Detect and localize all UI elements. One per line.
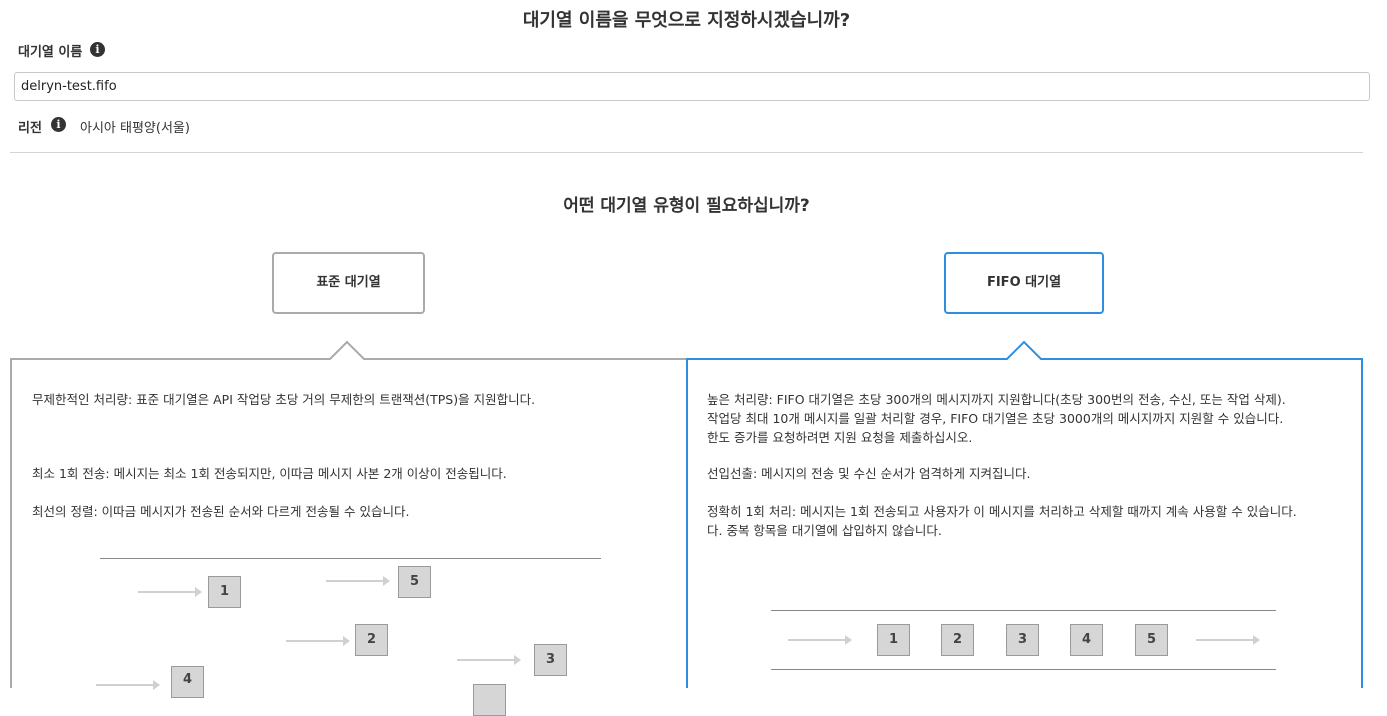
message-box: 1 [208, 576, 241, 608]
standard-description: 최소 1회 전송: 메시지는 최소 1회 전송되지만, 이따금 메시지 사본 2… [32, 464, 672, 483]
message-box: 2 [355, 624, 388, 656]
fifo-description: 선입선출: 메시지의 전송 및 수신 순서가 엄격하게 지켜집니다. [707, 464, 1347, 483]
message-box: 1 [877, 624, 910, 656]
message-box [473, 684, 506, 716]
arrow-icon [326, 576, 390, 586]
message-box: 2 [941, 624, 974, 656]
diagram-line [771, 669, 1276, 670]
arrow-icon [286, 636, 350, 646]
message-box: 4 [171, 666, 204, 698]
arrow-icon [138, 587, 202, 597]
message-box: 3 [534, 644, 567, 676]
fifo-description: 정확히 1회 처리: 메시지는 1회 전송되고 사용자가 이 메시지를 처리하고… [707, 502, 1347, 540]
fifo-feature-exactly-once: 정확히 1회 처리: 메시지는 1회 전송되고 사용자가 이 메시지를 처리하고… [707, 504, 1297, 519]
arrow-icon [1196, 635, 1260, 645]
message-box: 5 [398, 566, 431, 598]
fifo-feature-throughput: 작업당 최대 10개 메시지를 일괄 처리할 경우, FIFO 대기열은 초당 … [707, 411, 1284, 426]
standard-feature-ordering: 최선의 정렬: 이따금 메시지가 전송된 순서와 다르게 전송될 수 있습니다. [32, 504, 410, 519]
message-box: 3 [1006, 624, 1039, 656]
fifo-description: 높은 처리량: FIFO 대기열은 초당 300개의 메시지까지 지원합니다(초… [707, 390, 1347, 447]
arrow-icon [457, 655, 521, 665]
fifo-feature-order: 선입선출: 메시지의 전송 및 수신 순서가 엄격하게 지켜집니다. [707, 466, 1031, 481]
message-box: 4 [1070, 624, 1103, 656]
arrow-icon [96, 680, 160, 690]
fifo-feature-throughput: 한도 증가를 요청하려면 지원 요청을 제출하십시오. [707, 430, 973, 445]
message-box: 5 [1135, 624, 1168, 656]
diagram-line [100, 558, 601, 559]
standard-description: 최선의 정렬: 이따금 메시지가 전송된 순서와 다르게 전송될 수 있습니다. [32, 502, 672, 521]
standard-feature-throughput: 무제한적인 처리량: 표준 대기열은 API 작업당 초당 거의 무제한의 트랜… [32, 392, 536, 407]
standard-feature-delivery: 최소 1회 전송: 메시지는 최소 1회 전송되지만, 이따금 메시지 사본 2… [32, 466, 507, 481]
diagram-line [771, 610, 1276, 611]
standard-description: 무제한적인 처리량: 표준 대기열은 API 작업당 초당 거의 무제한의 트랜… [32, 390, 672, 409]
arrow-icon [788, 635, 852, 645]
fifo-feature-exactly-once: 다. 중복 항목을 대기열에 삽입하지 않습니다. [707, 523, 942, 538]
fifo-feature-throughput: 높은 처리량: FIFO 대기열은 초당 300개의 메시지까지 지원합니다(초… [707, 392, 1286, 407]
